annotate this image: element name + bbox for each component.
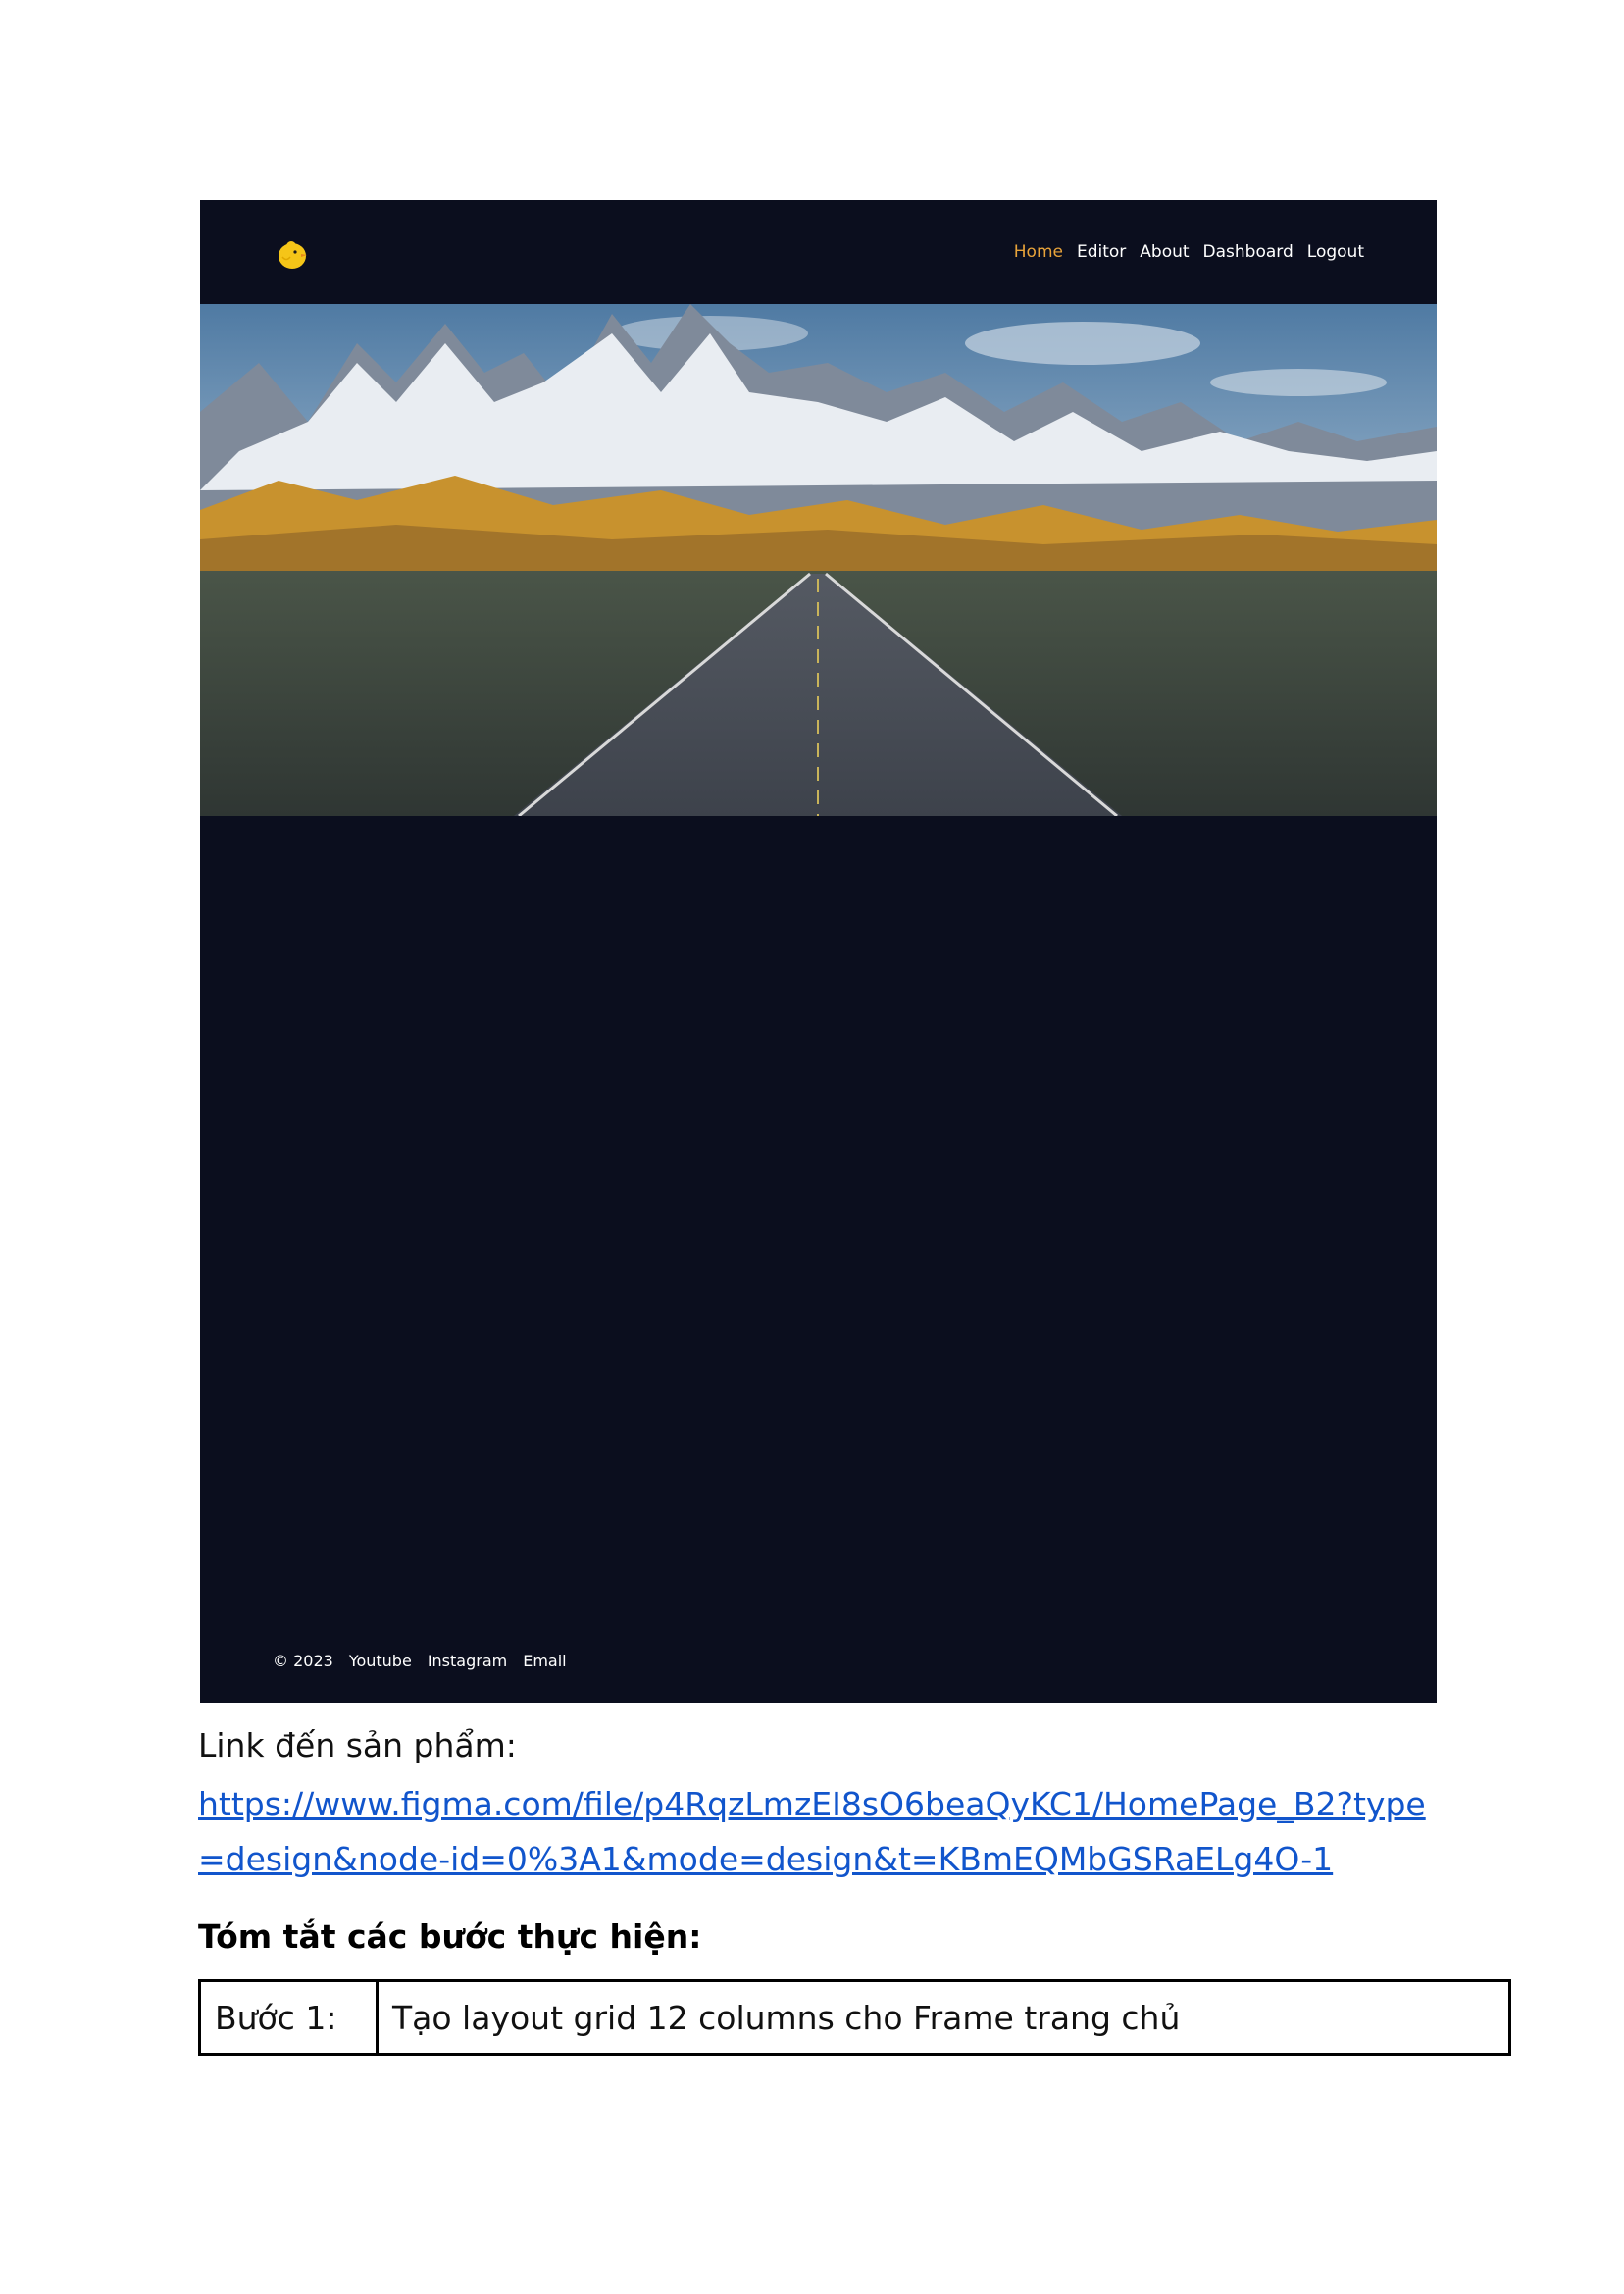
steps-table: Bước 1: Tạo layout grid 12 columns cho F… <box>198 1979 1511 2056</box>
step-text: Tạo layout grid 12 columns cho Frame tra… <box>376 1979 1511 2056</box>
footer-link-youtube[interactable]: Youtube <box>349 1652 412 1670</box>
nav-logout[interactable]: Logout <box>1307 242 1364 262</box>
hero-mountain-road-image <box>200 304 1437 816</box>
figma-product-link[interactable]: https://www.figma.com/file/p4RqzLmzEI8sO… <box>198 1777 1444 1887</box>
footer: © 2023 Youtube Instagram Email <box>273 1652 567 1670</box>
nav-editor[interactable]: Editor <box>1077 242 1126 262</box>
table-row: Bước 1: Tạo layout grid 12 columns cho F… <box>198 1979 1511 2056</box>
homepage-frame: Home Editor About Dashboard Logout © 202… <box>200 200 1437 1703</box>
chick-logo-icon[interactable] <box>275 235 310 271</box>
nav-about[interactable]: About <box>1140 242 1189 262</box>
navbar: Home Editor About Dashboard Logout <box>200 200 1437 304</box>
summary-heading: Tóm tắt các bước thực hiện: <box>198 1917 702 1956</box>
footer-link-email[interactable]: Email <box>523 1652 566 1670</box>
footer-copyright: © 2023 <box>273 1652 333 1670</box>
product-link-label: Link đến sản phẩm: <box>198 1726 517 1764</box>
main-nav: Home Editor About Dashboard Logout <box>1014 235 1364 269</box>
nav-home[interactable]: Home <box>1014 242 1063 262</box>
step-label: Bước 1: <box>198 1979 379 2056</box>
footer-link-instagram[interactable]: Instagram <box>428 1652 507 1670</box>
nav-dashboard[interactable]: Dashboard <box>1203 242 1294 262</box>
